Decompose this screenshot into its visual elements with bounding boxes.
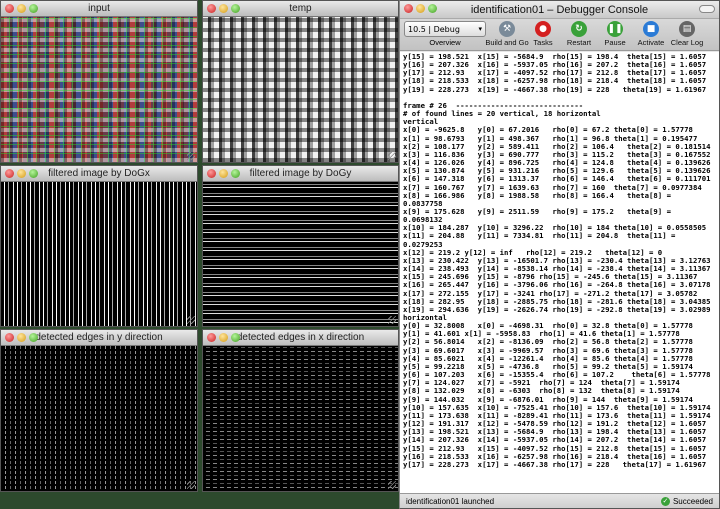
close-button[interactable]	[404, 4, 413, 13]
close-button[interactable]	[207, 4, 216, 13]
input-image	[1, 17, 197, 162]
console-log-text: y[15] = 198.521 x[15] = -5684.9 rho[15] …	[403, 52, 711, 469]
temp-image	[203, 17, 398, 162]
console-title: identification01 – Debugger Console	[470, 3, 649, 16]
close-button[interactable]	[207, 333, 216, 342]
restart-icon: ↻	[571, 21, 587, 37]
console-output[interactable]: y[15] = 198.521 x[15] = -5684.9 rho[15] …	[400, 52, 719, 493]
toolbar-button-label: Build and Go	[485, 38, 529, 47]
pause-icon: ❚❚	[607, 21, 623, 37]
temp-window[interactable]: temp	[202, 0, 399, 163]
stop-icon: ●	[535, 21, 551, 37]
close-button[interactable]	[5, 169, 14, 178]
dogy-window[interactable]: filtered image by DoGy	[202, 165, 399, 327]
window-title: filtered image by DoGx	[48, 168, 150, 179]
resize-grip-icon[interactable]	[187, 152, 195, 160]
stop-button[interactable]: ● Tasks	[528, 21, 558, 47]
console-toolbar: 10.5 | Debug ▾ Overview ⚒ Build and Go ● Tas…	[400, 19, 719, 51]
toolbar-toggle-button[interactable]	[699, 5, 715, 13]
close-button[interactable]	[207, 169, 216, 178]
resize-grip-icon[interactable]	[187, 481, 195, 489]
resize-grip-icon[interactable]	[388, 316, 396, 324]
toolbar-button-label: Restart	[566, 38, 592, 47]
window-titlebar[interactable]: filtered image by DoGy	[203, 166, 398, 182]
overview-control[interactable]: 10.5 | Debug ▾ Overview	[404, 21, 486, 47]
window-title: filtered image by DoGy	[249, 168, 352, 179]
window-titlebar[interactable]: detected edges in y direction	[1, 330, 197, 346]
window-titlebar[interactable]: temp	[203, 1, 398, 17]
window-titlebar[interactable]: filtered image by DoGx	[1, 166, 197, 182]
edges-x-window[interactable]: detected edges in x direction	[202, 329, 399, 492]
zoom-button[interactable]	[231, 333, 240, 342]
pause-button[interactable]: ❚❚ Pause	[600, 21, 630, 47]
window-title: temp	[289, 3, 312, 14]
hammer-button[interactable]: ⚒ Build and Go	[485, 21, 529, 47]
window-titlebar[interactable]: detected edges in x direction	[203, 330, 398, 346]
overview-value: 10.5 | Debug	[408, 24, 460, 34]
hammer-icon: ⚒	[499, 21, 515, 37]
status-bar: identification01 launched ✓ Succeeded	[400, 493, 719, 508]
zoom-button[interactable]	[29, 333, 38, 342]
toolbar-button-label: Tasks	[533, 38, 553, 47]
activate-icon: ■	[643, 21, 659, 37]
zoom-button[interactable]	[29, 4, 38, 13]
toolbar-button-label: Clear Log	[670, 38, 704, 47]
status-text: identification01 launched	[406, 496, 495, 506]
edges-y-image	[1, 346, 197, 491]
dogx-image	[1, 182, 197, 326]
toolbar-buttons: ⚒ Build and Go ● Tasks ↻ Restart ❚❚ Pause ■ Activ…	[485, 21, 704, 47]
close-button[interactable]	[5, 4, 14, 13]
window-title: detected edges in x direction	[236, 332, 365, 343]
overview-popup[interactable]: 10.5 | Debug ▾	[404, 21, 486, 37]
minimize-button[interactable]	[416, 4, 425, 13]
resize-grip-icon[interactable]	[187, 316, 195, 324]
success-icon: ✓	[660, 496, 670, 506]
edges-y-window[interactable]: detected edges in y direction	[0, 329, 198, 492]
minimize-button[interactable]	[219, 4, 228, 13]
clear-log-icon: ▤	[679, 21, 695, 37]
resize-grip-icon[interactable]	[388, 481, 396, 489]
minimize-button[interactable]	[219, 169, 228, 178]
overview-label: Overview	[429, 38, 461, 47]
build-result: Succeeded	[672, 496, 713, 506]
dogx-window[interactable]: filtered image by DoGx	[0, 165, 198, 327]
input-window[interactable]: input	[0, 0, 198, 163]
minimize-button[interactable]	[17, 333, 26, 342]
zoom-button[interactable]	[428, 4, 437, 13]
restart-button[interactable]: ↻ Restart	[564, 21, 594, 47]
dogy-image	[203, 182, 398, 326]
window-title: detected edges in y direction	[35, 332, 163, 343]
console-titlebar[interactable]: identification01 – Debugger Console	[400, 1, 719, 19]
debugger-console-window[interactable]: identification01 – Debugger Console 10.5…	[399, 0, 720, 509]
zoom-button[interactable]	[29, 169, 38, 178]
edges-x-image	[203, 346, 398, 491]
clear-log-button[interactable]: ▤ Clear Log	[670, 21, 704, 47]
toolbar-button-label: Activate	[637, 38, 665, 47]
close-button[interactable]	[5, 333, 14, 342]
minimize-button[interactable]	[17, 4, 26, 13]
window-titlebar[interactable]: input	[1, 1, 197, 17]
minimize-button[interactable]	[219, 333, 228, 342]
minimize-button[interactable]	[17, 169, 26, 178]
zoom-button[interactable]	[231, 169, 240, 178]
activate-button[interactable]: ■ Activate	[636, 21, 666, 47]
chevron-down-icon: ▾	[478, 25, 482, 33]
resize-grip-icon[interactable]	[388, 152, 396, 160]
window-title: input	[88, 3, 110, 14]
toolbar-button-label: Pause	[604, 38, 626, 47]
zoom-button[interactable]	[231, 4, 240, 13]
